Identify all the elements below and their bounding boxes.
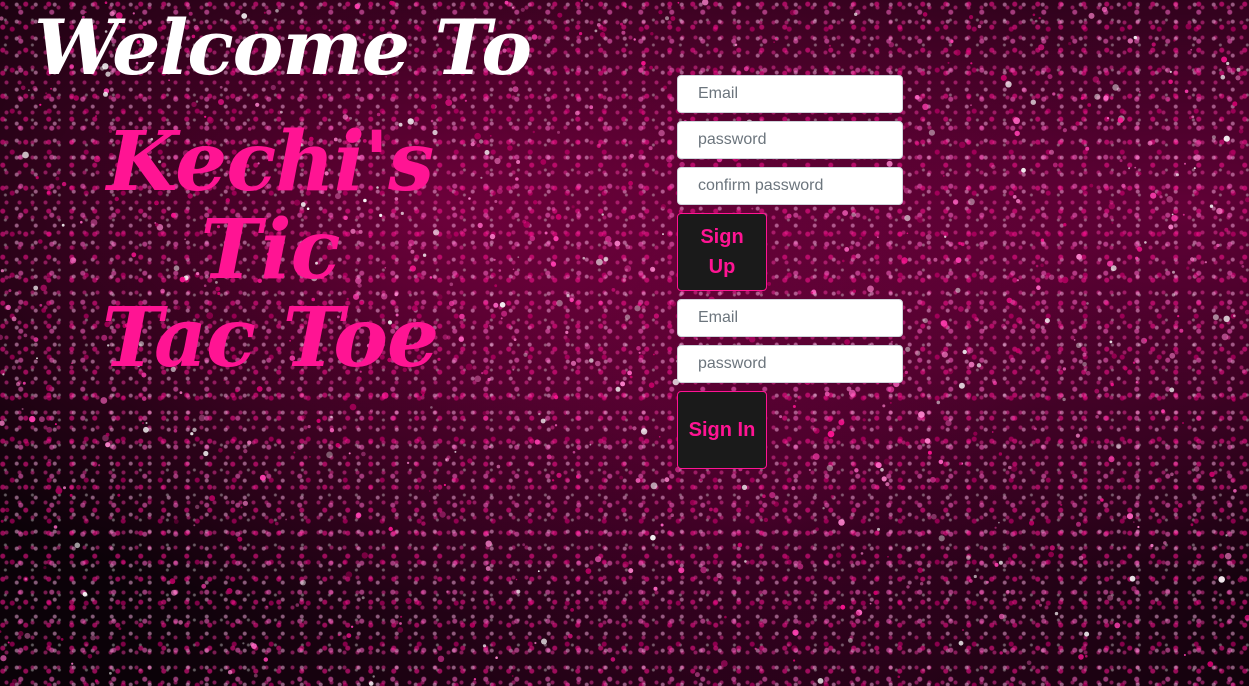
game-title: Kechi's Tic Tac Toe xyxy=(50,118,490,382)
welcome-heading: Welcome To xyxy=(34,3,532,92)
sign-up-button[interactable]: Sign Up xyxy=(677,213,767,291)
sign-up-form: Sign Up xyxy=(677,75,903,291)
sign-in-button[interactable]: Sign In xyxy=(677,391,767,469)
sign-up-confirm-password-input[interactable] xyxy=(677,167,903,205)
sign-in-password-input[interactable] xyxy=(677,345,903,383)
game-title-line-1: Kechi's Tic xyxy=(106,114,435,298)
sign-in-form: Sign In xyxy=(677,299,903,469)
game-title-line-2: Tac Toe xyxy=(101,290,439,386)
sign-in-email-input[interactable] xyxy=(677,299,903,337)
sign-up-email-input[interactable] xyxy=(677,75,903,113)
auth-forms: Sign Up Sign In xyxy=(677,75,903,477)
sign-up-password-input[interactable] xyxy=(677,121,903,159)
